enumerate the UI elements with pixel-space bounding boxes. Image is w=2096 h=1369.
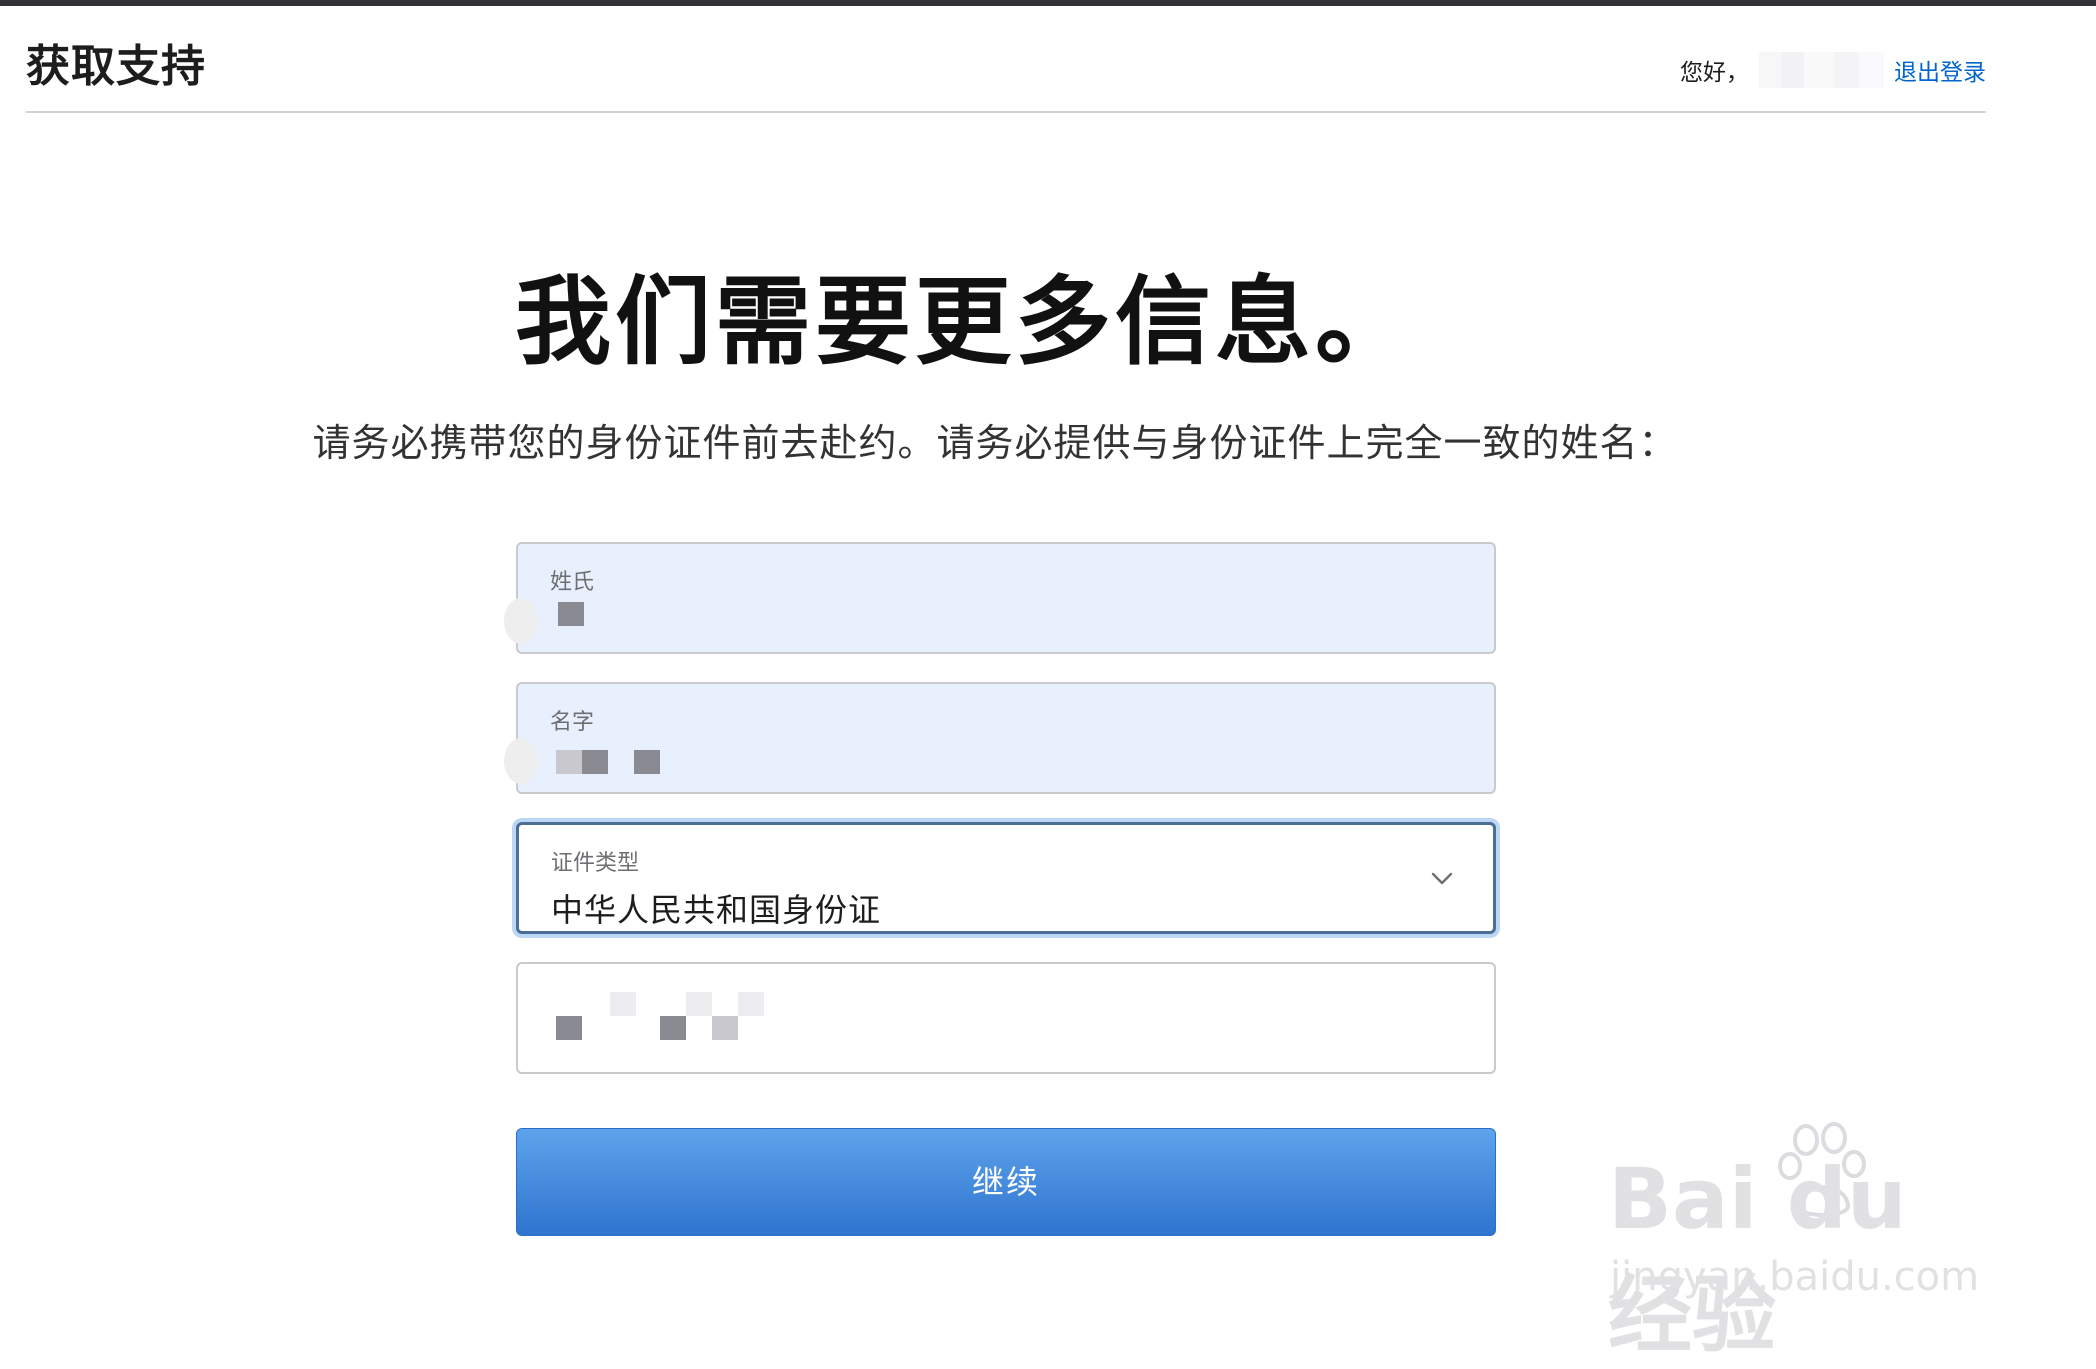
chevron-down-icon — [1431, 872, 1453, 885]
id-number-redacted — [556, 1016, 582, 1040]
id-number-redacted — [738, 992, 764, 1016]
baidu-watermark: Bai du 经验 jingyan.baidu.com — [1608, 1120, 1988, 1364]
watermark-url: jingyan.baidu.com — [1610, 1254, 1980, 1300]
id-number-field[interactable] — [516, 962, 1496, 1074]
page-title: 我们需要更多信息。 — [515, 266, 1415, 378]
last-name-field[interactable]: 姓氏 — [504, 542, 1496, 654]
continue-button[interactable]: 继续 — [516, 1128, 1496, 1236]
page-brand-title: 获取支持 — [26, 41, 206, 92]
id-type-label: 证件类型 — [551, 851, 640, 876]
username-redacted — [1759, 52, 1884, 88]
first-name-redacted — [582, 750, 608, 774]
redaction-smudge — [504, 738, 538, 784]
logout-link[interactable]: 退出登录 — [1894, 53, 1986, 87]
id-number-redacted — [712, 1016, 738, 1040]
last-name-redacted — [558, 602, 584, 626]
greeting-text: 您好， — [1680, 60, 1749, 86]
identity-form: 姓氏 名字 证件类型 中华人民共和国身份证 继续 — [504, 542, 1496, 1236]
last-name-label: 姓氏 — [550, 570, 595, 595]
page-subtitle: 请务必携带您的身份证件前去赴约。请务必提供与身份证件上完全一致的姓名： — [312, 421, 1678, 465]
id-number-redacted — [610, 992, 636, 1016]
id-number-redacted — [660, 1016, 686, 1040]
first-name-redacted — [634, 750, 660, 774]
redaction-smudge — [504, 598, 538, 644]
id-type-select[interactable]: 证件类型 中华人民共和国身份证 — [516, 822, 1496, 934]
first-name-redacted — [556, 750, 582, 774]
first-name-label: 名字 — [550, 710, 595, 735]
account-area: 您好， 退出登录 — [1680, 52, 1986, 88]
id-number-redacted — [686, 992, 712, 1016]
id-type-value: 中华人民共和国身份证 — [551, 891, 882, 929]
site-header: 获取支持 您好， 退出登录 — [26, 6, 1986, 113]
first-name-field[interactable]: 名字 — [504, 682, 1496, 794]
